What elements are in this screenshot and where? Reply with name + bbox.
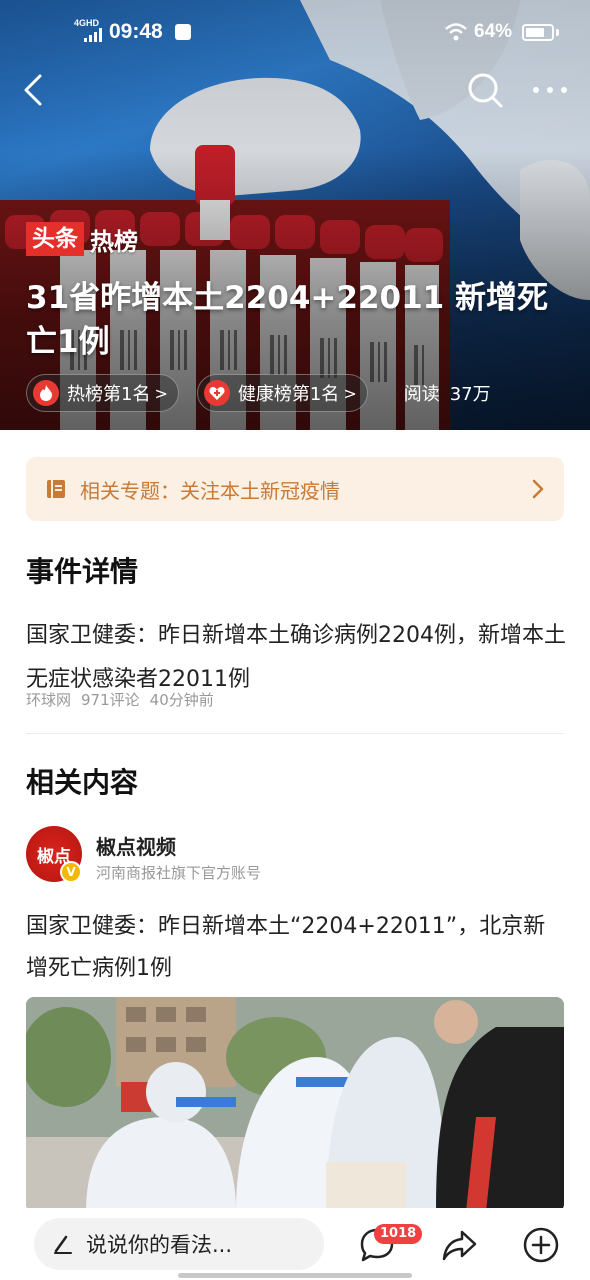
hot-list-brand: 头条 热榜 bbox=[26, 222, 138, 256]
event-source: 环球网 bbox=[26, 691, 72, 709]
brand-hot-list: 热榜 bbox=[90, 227, 138, 256]
chevron-right-icon bbox=[532, 479, 544, 499]
status-bar: 4GHD 09:48 64% bbox=[0, 0, 590, 64]
event-time: 40分钟前 bbox=[149, 691, 214, 709]
wifi-icon bbox=[445, 23, 467, 41]
search-icon[interactable] bbox=[465, 70, 505, 110]
brand-toutiao: 头条 bbox=[26, 222, 84, 256]
pen-icon bbox=[54, 1235, 72, 1254]
chevron-right-icon: > bbox=[154, 383, 168, 403]
related-topic-banner[interactable]: 相关专题：关注本土新冠疫情 bbox=[26, 457, 564, 521]
related-section-title: 相关内容 bbox=[26, 766, 139, 799]
event-section-title: 事件详情 bbox=[26, 555, 139, 588]
chip-label: 健康榜第1名 bbox=[237, 384, 340, 405]
signal-icon bbox=[84, 28, 102, 42]
home-indicator[interactable] bbox=[178, 1273, 412, 1278]
book-icon bbox=[47, 480, 65, 498]
bottom-action-bar: 说说你的看法... 1018 bbox=[0, 1208, 590, 1280]
divider bbox=[26, 733, 564, 734]
chip-label: 热榜第1名 bbox=[67, 384, 151, 405]
comment-input[interactable]: 说说你的看法... bbox=[34, 1218, 324, 1270]
comment-count-badge: 1018 bbox=[374, 1224, 423, 1244]
verified-badge: V bbox=[60, 861, 82, 883]
chip-health-list-rank[interactable]: 健康榜第1名 > bbox=[196, 374, 368, 412]
hero-header: 4GHD 09:48 64% 头条 热榜 31省昨增本土2204+22011 新… bbox=[0, 0, 590, 430]
comment-placeholder: 说说你的看法... bbox=[86, 1233, 233, 1257]
headline: 31省昨增本土2204+22011 新增死亡1例 bbox=[26, 280, 549, 360]
read-label: 阅读 bbox=[403, 384, 440, 405]
event-meta: 环球网 971评论 40分钟前 bbox=[26, 689, 214, 710]
read-count: 阅读 37万 bbox=[404, 380, 491, 406]
network-type: 4GHD bbox=[74, 18, 100, 28]
add-icon[interactable] bbox=[522, 1226, 560, 1264]
fire-icon bbox=[33, 380, 59, 406]
read-value: 37万 bbox=[449, 384, 491, 405]
chip-hot-list-rank[interactable]: 热榜第1名 > bbox=[26, 374, 179, 412]
back-icon[interactable] bbox=[18, 70, 58, 110]
event-comments: 971评论 bbox=[81, 691, 140, 709]
telegram-icon bbox=[175, 24, 191, 40]
battery-icon bbox=[522, 24, 554, 41]
battery-percent: 64% bbox=[474, 21, 513, 42]
clock: 09:48 bbox=[109, 20, 163, 43]
related-article-title[interactable]: 国家卫健委：昨日新增本土“2204+22011”，北京新增死亡病例1例 bbox=[26, 906, 566, 990]
topic-label: 相关专题：关注本土新冠疫情 bbox=[80, 478, 340, 503]
article-photo bbox=[26, 997, 564, 1212]
rank-chips: 热榜第1名 > 健康榜第1名 > 阅读 37万 bbox=[26, 374, 491, 412]
author-description: 河南商报社旗下官方账号 bbox=[96, 864, 262, 882]
author-name[interactable]: 椒点视频 bbox=[96, 831, 176, 860]
heart-icon bbox=[203, 380, 230, 406]
related-article-image[interactable] bbox=[26, 997, 564, 1212]
share-icon[interactable] bbox=[440, 1226, 478, 1264]
chevron-right-icon: > bbox=[343, 383, 357, 403]
more-icon[interactable] bbox=[530, 76, 570, 104]
